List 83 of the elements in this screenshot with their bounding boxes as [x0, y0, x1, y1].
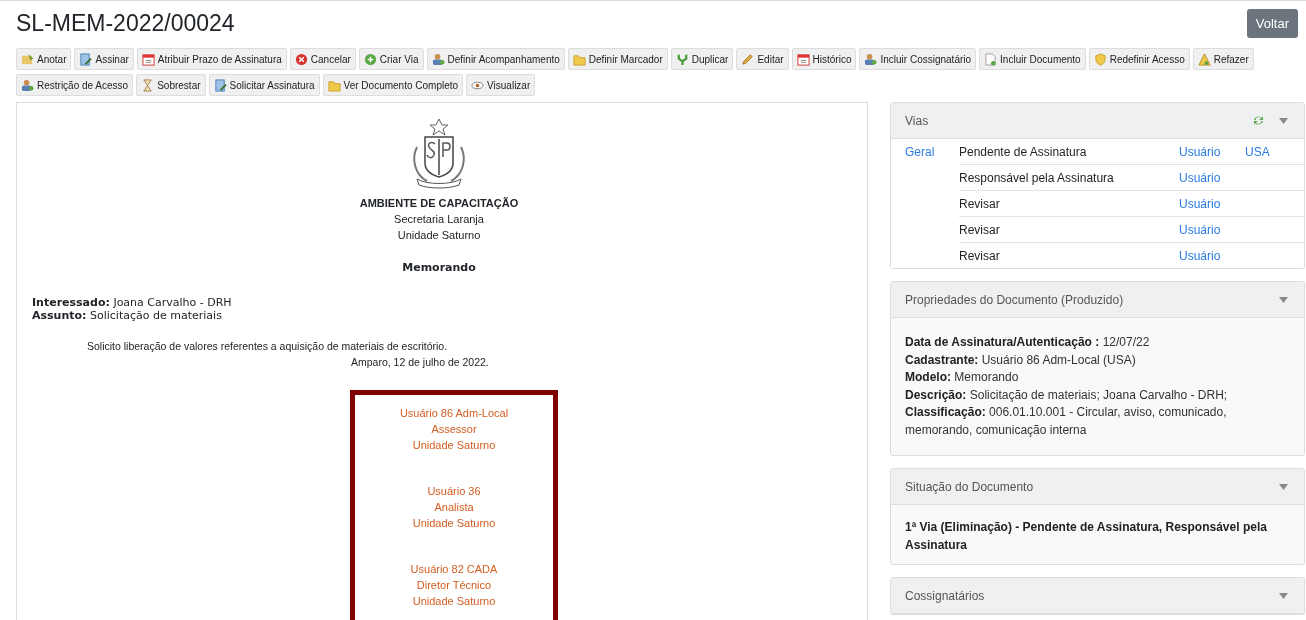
toolbar-button[interactable]: Duplicar — [670, 48, 734, 70]
fork-icon — [675, 52, 689, 66]
toolbar-button[interactable]: Definir Marcador — [567, 48, 668, 70]
via-status: Pendente de Assinatura — [959, 144, 1087, 159]
via-link[interactable]: Geral — [905, 144, 935, 159]
toolbar-button[interactable]: Restrição de Acesso — [16, 74, 134, 96]
hourglass-icon — [141, 78, 155, 92]
signature-line: Unidade Saturno — [412, 594, 496, 609]
toolbar-button[interactable]: Refazer — [1192, 48, 1254, 70]
property-line: Classificação: 006.01.10.001 - Circular, aviso, comunicado, memorando, comunicação interna — [905, 404, 1228, 439]
unit-link[interactable]: USA — [1245, 144, 1270, 159]
signature-line: Diretor Técnico — [416, 578, 492, 593]
shield-icon — [1093, 52, 1107, 66]
signature-line: Unidade Saturno — [412, 438, 496, 453]
document-pen-icon — [79, 52, 93, 66]
toolbar-button[interactable]: Anotar — [16, 48, 72, 70]
property-line: Descrição: Solicitação de materiais; Joana Carvalho - DRH; — [905, 386, 1229, 404]
property-line: Cadastrante: Usuário 86 Adm-Local (USA) — [905, 351, 1137, 369]
caret-icon[interactable] — [1279, 296, 1288, 303]
toolbar-button[interactable]: Ver Documento Completo — [322, 74, 464, 96]
department-name: Secretaria Laranja — [394, 212, 484, 227]
cancel-icon — [294, 52, 308, 66]
document-body: Solicito liberação de valores referentes a aquisição de materiais de escritório. — [86, 339, 449, 352]
toolbar-button[interactable]: Definir Acompanhamento — [426, 48, 565, 70]
calendar-icon — [141, 52, 155, 66]
unit-name: Unidade Saturno — [397, 228, 481, 243]
user-icon — [21, 78, 34, 92]
caret-icon[interactable] — [1279, 592, 1288, 599]
toolbar-button[interactable]: Sobrestar — [136, 74, 206, 96]
toolbar-button[interactable]: Assinar — [74, 48, 134, 70]
user-link[interactable]: Usuário — [1179, 222, 1221, 237]
signature-line: Usuário 82 CADA — [410, 562, 498, 577]
place-date: Amparo, 12 de julho de 2022. — [350, 355, 490, 368]
folder-icon — [327, 78, 341, 92]
document-type: Memorando — [402, 261, 476, 274]
organization-name: AMBIENTE DE CAPACITAÇÃO — [359, 196, 519, 211]
warning-icon — [1197, 52, 1211, 66]
toolbar-button[interactable]: Criar Via — [358, 48, 424, 70]
signature-line: Usuário 36 — [427, 484, 481, 499]
back-button[interactable]: Voltar — [1246, 9, 1298, 38]
toolbar-button[interactable]: Solicitar Assinatura — [208, 74, 320, 96]
calendar-icon — [796, 52, 810, 66]
user-link[interactable]: Usuário — [1179, 248, 1221, 263]
toolbar-button[interactable]: Atribuir Prazo de Assinatura — [136, 48, 287, 70]
document-title: SL-MEM-2022/00024 — [16, 10, 235, 37]
via-status: Revisar — [959, 196, 1000, 211]
via-status: Revisar — [959, 222, 1000, 237]
panel-title: Propriedades do Documento (Produzido) — [905, 292, 1124, 307]
document-field: Assunto: Solicitação de materiais — [32, 309, 867, 322]
via-status: Responsável pela Assinatura — [959, 170, 1114, 185]
toolbar-button[interactable]: Histórico — [791, 48, 857, 70]
toolbar-button[interactable]: Redefinir Acesso — [1088, 48, 1190, 70]
panel-title: Cossignatários — [905, 588, 985, 603]
toolbar-button[interactable]: Visualizar — [466, 74, 536, 96]
note-icon — [21, 52, 34, 66]
situation-text: 1ª Via (Eliminação) - Pendente de Assinatura, Responsável pela Assinatura — [904, 519, 1268, 554]
user-icon — [864, 52, 878, 66]
user-link[interactable]: Usuário — [1179, 196, 1221, 211]
pencil-icon — [741, 52, 755, 66]
toolbar-button[interactable]: Cancelar — [289, 48, 356, 70]
via-status: Revisar — [959, 248, 1000, 263]
refresh-icon[interactable] — [1252, 115, 1265, 126]
add-icon — [363, 52, 377, 66]
user-icon — [431, 52, 445, 66]
user-link[interactable]: Usuário — [1179, 170, 1221, 185]
document-field: Interessado: Joana Carvalho - DRH — [32, 296, 867, 309]
folder-icon — [572, 52, 586, 66]
panel-title: Vias — [905, 113, 929, 128]
toolbar-button[interactable]: Incluir Cossignatário — [859, 48, 977, 70]
user-link[interactable]: Usuário — [1179, 144, 1221, 159]
panel-title: Situação do Documento — [905, 479, 1034, 494]
property-line: Data de Assinatura/Autenticação : 12/07/22 — [905, 334, 1151, 351]
caret-icon[interactable] — [1279, 117, 1288, 124]
document-pen-icon — [213, 78, 227, 92]
toolbar-button[interactable]: Incluir Documento — [979, 48, 1086, 70]
signature-line: Analista — [434, 500, 474, 515]
toolbar-button[interactable]: Editar — [736, 48, 789, 70]
signature-line: Usuário 86 Adm-Local — [399, 406, 509, 421]
caret-icon[interactable] — [1279, 483, 1288, 490]
signature-line: Assessor — [431, 422, 477, 437]
signature-line: Unidade Saturno — [412, 516, 496, 531]
property-line: Modelo: Memorando — [905, 369, 1020, 386]
page-icon — [984, 52, 998, 66]
